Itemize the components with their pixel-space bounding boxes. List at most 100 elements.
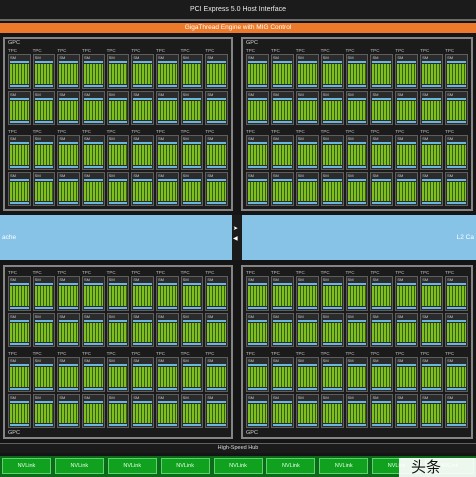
sm-cache-strip bbox=[34, 306, 54, 309]
sm-cache-strip bbox=[108, 424, 128, 426]
sm-cache-strip bbox=[133, 121, 152, 123]
sm-cache-strip bbox=[447, 319, 466, 322]
sm-cache-strip bbox=[272, 387, 292, 390]
tpc-block: TPC SM SM bbox=[320, 270, 344, 347]
sm-label: SM bbox=[133, 136, 140, 141]
sm-label: SM bbox=[372, 358, 379, 363]
sm-label: SM bbox=[347, 358, 354, 363]
sm-cache-strip bbox=[59, 343, 78, 345]
tpc-label: TPC bbox=[106, 48, 116, 53]
sm-cache-strip bbox=[322, 343, 342, 345]
sm-core-array bbox=[248, 100, 267, 120]
sm-unit: SM bbox=[57, 276, 80, 311]
sm-cache-strip bbox=[447, 121, 466, 123]
sm-label: SM bbox=[322, 91, 329, 97]
sm-cache-strip bbox=[108, 142, 128, 144]
sm-cache-strip bbox=[158, 97, 177, 100]
sm-cache-strip bbox=[272, 121, 292, 123]
sm-cache-strip bbox=[447, 165, 466, 168]
sm-cache-strip bbox=[158, 178, 177, 181]
sm-label: SM bbox=[182, 358, 189, 363]
sm-core-array bbox=[182, 403, 202, 423]
gpc-block-bottom-right: GPC TPC SM SM TPC SM SM TPC SM SM TPC SM SM TPC SM SM TP… bbox=[241, 265, 473, 439]
tpc-label: TPC bbox=[180, 270, 190, 275]
sm-label: SM bbox=[397, 277, 404, 282]
sm-cache-strip bbox=[59, 283, 78, 285]
sm-label: SM bbox=[347, 91, 354, 97]
sm-core-array bbox=[207, 367, 226, 387]
sm-label: SM bbox=[322, 136, 329, 141]
sm-cache-strip bbox=[158, 165, 177, 168]
sm-label: SM bbox=[272, 136, 279, 141]
sm-cache-strip bbox=[397, 178, 417, 181]
sm-core-array bbox=[108, 64, 128, 84]
tpc-label: TPC bbox=[106, 351, 116, 356]
sm-cache-strip bbox=[59, 142, 78, 144]
sm-label: SM bbox=[272, 91, 279, 97]
sm-cache-strip bbox=[133, 387, 152, 390]
sm-core-array bbox=[10, 64, 29, 84]
sm-core-array bbox=[10, 286, 29, 306]
sm-core-array bbox=[272, 286, 292, 306]
sm-cache-strip bbox=[372, 424, 392, 426]
sm-cache-strip bbox=[322, 202, 342, 204]
tpc-label: TPC bbox=[131, 270, 141, 275]
sm-cache-strip bbox=[59, 424, 78, 426]
sm-core-array bbox=[397, 286, 417, 306]
sm-unit: SM bbox=[270, 357, 294, 392]
sm-cache-strip bbox=[372, 387, 392, 390]
sm-core-array bbox=[447, 403, 466, 423]
sm-label: SM bbox=[207, 313, 214, 319]
sm-cache-strip bbox=[34, 387, 54, 390]
tpc-block: TPC SM SM bbox=[106, 270, 130, 347]
sm-unit: SM bbox=[131, 312, 154, 347]
sm-core-array bbox=[372, 145, 392, 165]
tpc-block: TPC SM SM bbox=[156, 129, 179, 206]
sm-unit: SM bbox=[32, 393, 56, 428]
tpc-label: TPC bbox=[131, 351, 141, 356]
sm-unit: SM bbox=[32, 171, 56, 206]
sm-unit: SM bbox=[445, 312, 468, 347]
sm-cache-strip bbox=[108, 121, 128, 123]
sm-unit: SM bbox=[345, 171, 369, 206]
tpc-label: TPC bbox=[420, 270, 430, 275]
gpc-label: GPC bbox=[8, 430, 20, 436]
sm-cache-strip bbox=[59, 306, 78, 309]
sm-core-array bbox=[297, 286, 317, 306]
sm-cache-strip bbox=[84, 364, 103, 366]
sm-unit: SM bbox=[205, 171, 228, 206]
sm-cache-strip bbox=[422, 343, 442, 345]
tpc-block: TPC SM SM bbox=[205, 351, 228, 428]
tpc-block: TPC SM SM bbox=[82, 129, 105, 206]
sm-unit: SM bbox=[32, 54, 56, 89]
sm-label: SM bbox=[397, 55, 404, 60]
sm-unit: SM bbox=[370, 90, 394, 125]
sm-core-array bbox=[397, 322, 417, 342]
sm-unit: SM bbox=[445, 171, 468, 206]
sm-cache-strip bbox=[34, 424, 54, 426]
sm-cache-strip bbox=[207, 387, 226, 390]
tpc-block: TPC SM SM bbox=[270, 351, 294, 428]
sm-unit: SM bbox=[395, 357, 419, 392]
sm-label: SM bbox=[347, 55, 354, 60]
sm-label: SM bbox=[59, 394, 66, 400]
sm-cache-strip bbox=[372, 343, 392, 345]
sm-cache-strip bbox=[397, 306, 417, 309]
sm-label: SM bbox=[34, 394, 41, 400]
sm-unit: SM bbox=[395, 135, 419, 170]
sm-label: SM bbox=[182, 55, 189, 60]
sm-cache-strip bbox=[133, 319, 152, 322]
sm-cache-strip bbox=[207, 178, 226, 181]
sm-core-array bbox=[397, 64, 417, 84]
sm-label: SM bbox=[372, 313, 379, 319]
sm-unit: SM bbox=[82, 90, 105, 125]
sm-label: SM bbox=[447, 277, 454, 282]
sm-unit: SM bbox=[8, 135, 31, 170]
sm-core-array bbox=[447, 286, 466, 306]
sm-unit: SM bbox=[106, 357, 130, 392]
sm-core-array bbox=[84, 403, 103, 423]
sm-cache-strip bbox=[447, 283, 466, 285]
sm-core-array bbox=[447, 322, 466, 342]
sm-label: SM bbox=[447, 91, 454, 97]
sm-core-array bbox=[447, 181, 466, 201]
